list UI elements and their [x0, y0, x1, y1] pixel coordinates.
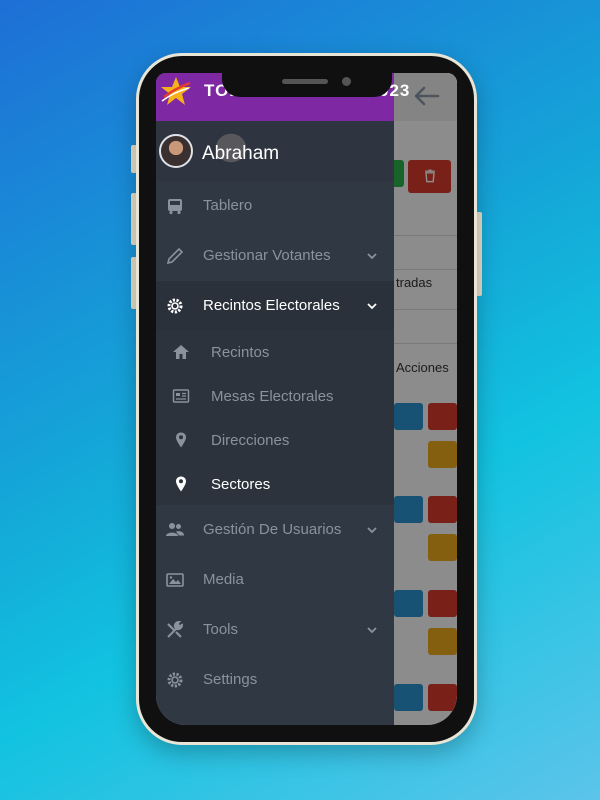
sidebar-item-tablero[interactable]: Tablero	[156, 181, 394, 231]
sidebar-item-label: Tools	[203, 621, 239, 638]
submenu-item-direcciones[interactable]: Direcciones	[156, 418, 394, 462]
map-marker-icon	[176, 432, 186, 448]
sidebar-item-label: Gestionar Votantes	[203, 247, 331, 264]
user-panel: Abraham	[156, 121, 394, 181]
newspaper-icon	[172, 389, 190, 403]
avatar[interactable]	[159, 134, 193, 168]
sidebar-item-label: Recintos Electorales	[203, 297, 340, 314]
app-screen: tradas Acciones TOBIAS CREDITO 2023 Abra…	[156, 73, 457, 725]
bus-icon	[168, 199, 182, 215]
submenu-item-label: Mesas Electorales	[211, 388, 334, 405]
submenu-item-label: Direcciones	[211, 432, 290, 449]
star-logo-icon	[161, 77, 191, 105]
sidebar-item-settings[interactable]: Settings	[156, 655, 394, 705]
submenu-item-mesas-electorales[interactable]: Mesas Electorales	[156, 374, 394, 418]
sidebar-item-gestionar-votantes[interactable]: Gestionar Votantes	[156, 231, 394, 281]
submenu-item-label: Recintos	[211, 344, 270, 361]
sidebar-drawer: TOBIAS CREDITO 2023 Abraham Tablero Gest…	[156, 73, 409, 725]
sidebar-item-media[interactable]: Media	[156, 555, 394, 605]
sidebar-item-tools[interactable]: Tools	[156, 605, 394, 655]
chevron-down-icon	[367, 527, 377, 534]
tools-icon	[167, 621, 183, 638]
sidebar-item-label: Settings	[203, 671, 258, 688]
sidebar-item-label: Tablero	[203, 197, 253, 214]
submenu-item-sectores[interactable]: Sectores	[156, 462, 394, 506]
settings-icon	[167, 672, 183, 688]
phone-speaker	[282, 79, 328, 84]
sidebar-item-label: Media	[203, 571, 244, 588]
submenu-recintos-electorales: Recintos Mesas Electorales Direcciones S…	[156, 330, 394, 505]
pencil-icon	[166, 247, 184, 265]
sidebar-item-gestion-usuarios[interactable]: Gestión De Usuarios	[156, 505, 394, 555]
sidebar-item-recintos-electorales[interactable]: Recintos Electorales	[156, 281, 394, 331]
image-icon	[166, 573, 184, 587]
users-icon	[166, 523, 184, 536]
submenu-item-recintos[interactable]: Recintos	[156, 330, 394, 374]
chevron-down-icon	[367, 253, 377, 260]
gear-icon	[167, 298, 183, 314]
home-icon	[173, 345, 189, 359]
sidebar-item-label: Gestión De Usuarios	[203, 521, 342, 538]
map-marker-icon	[176, 476, 186, 492]
chevron-down-icon	[367, 627, 377, 634]
phone-notch	[222, 56, 392, 97]
user-name: Abraham	[202, 143, 280, 164]
chevron-down-icon	[367, 303, 377, 310]
submenu-item-label: Sectores	[211, 476, 271, 493]
phone-camera	[342, 77, 351, 86]
